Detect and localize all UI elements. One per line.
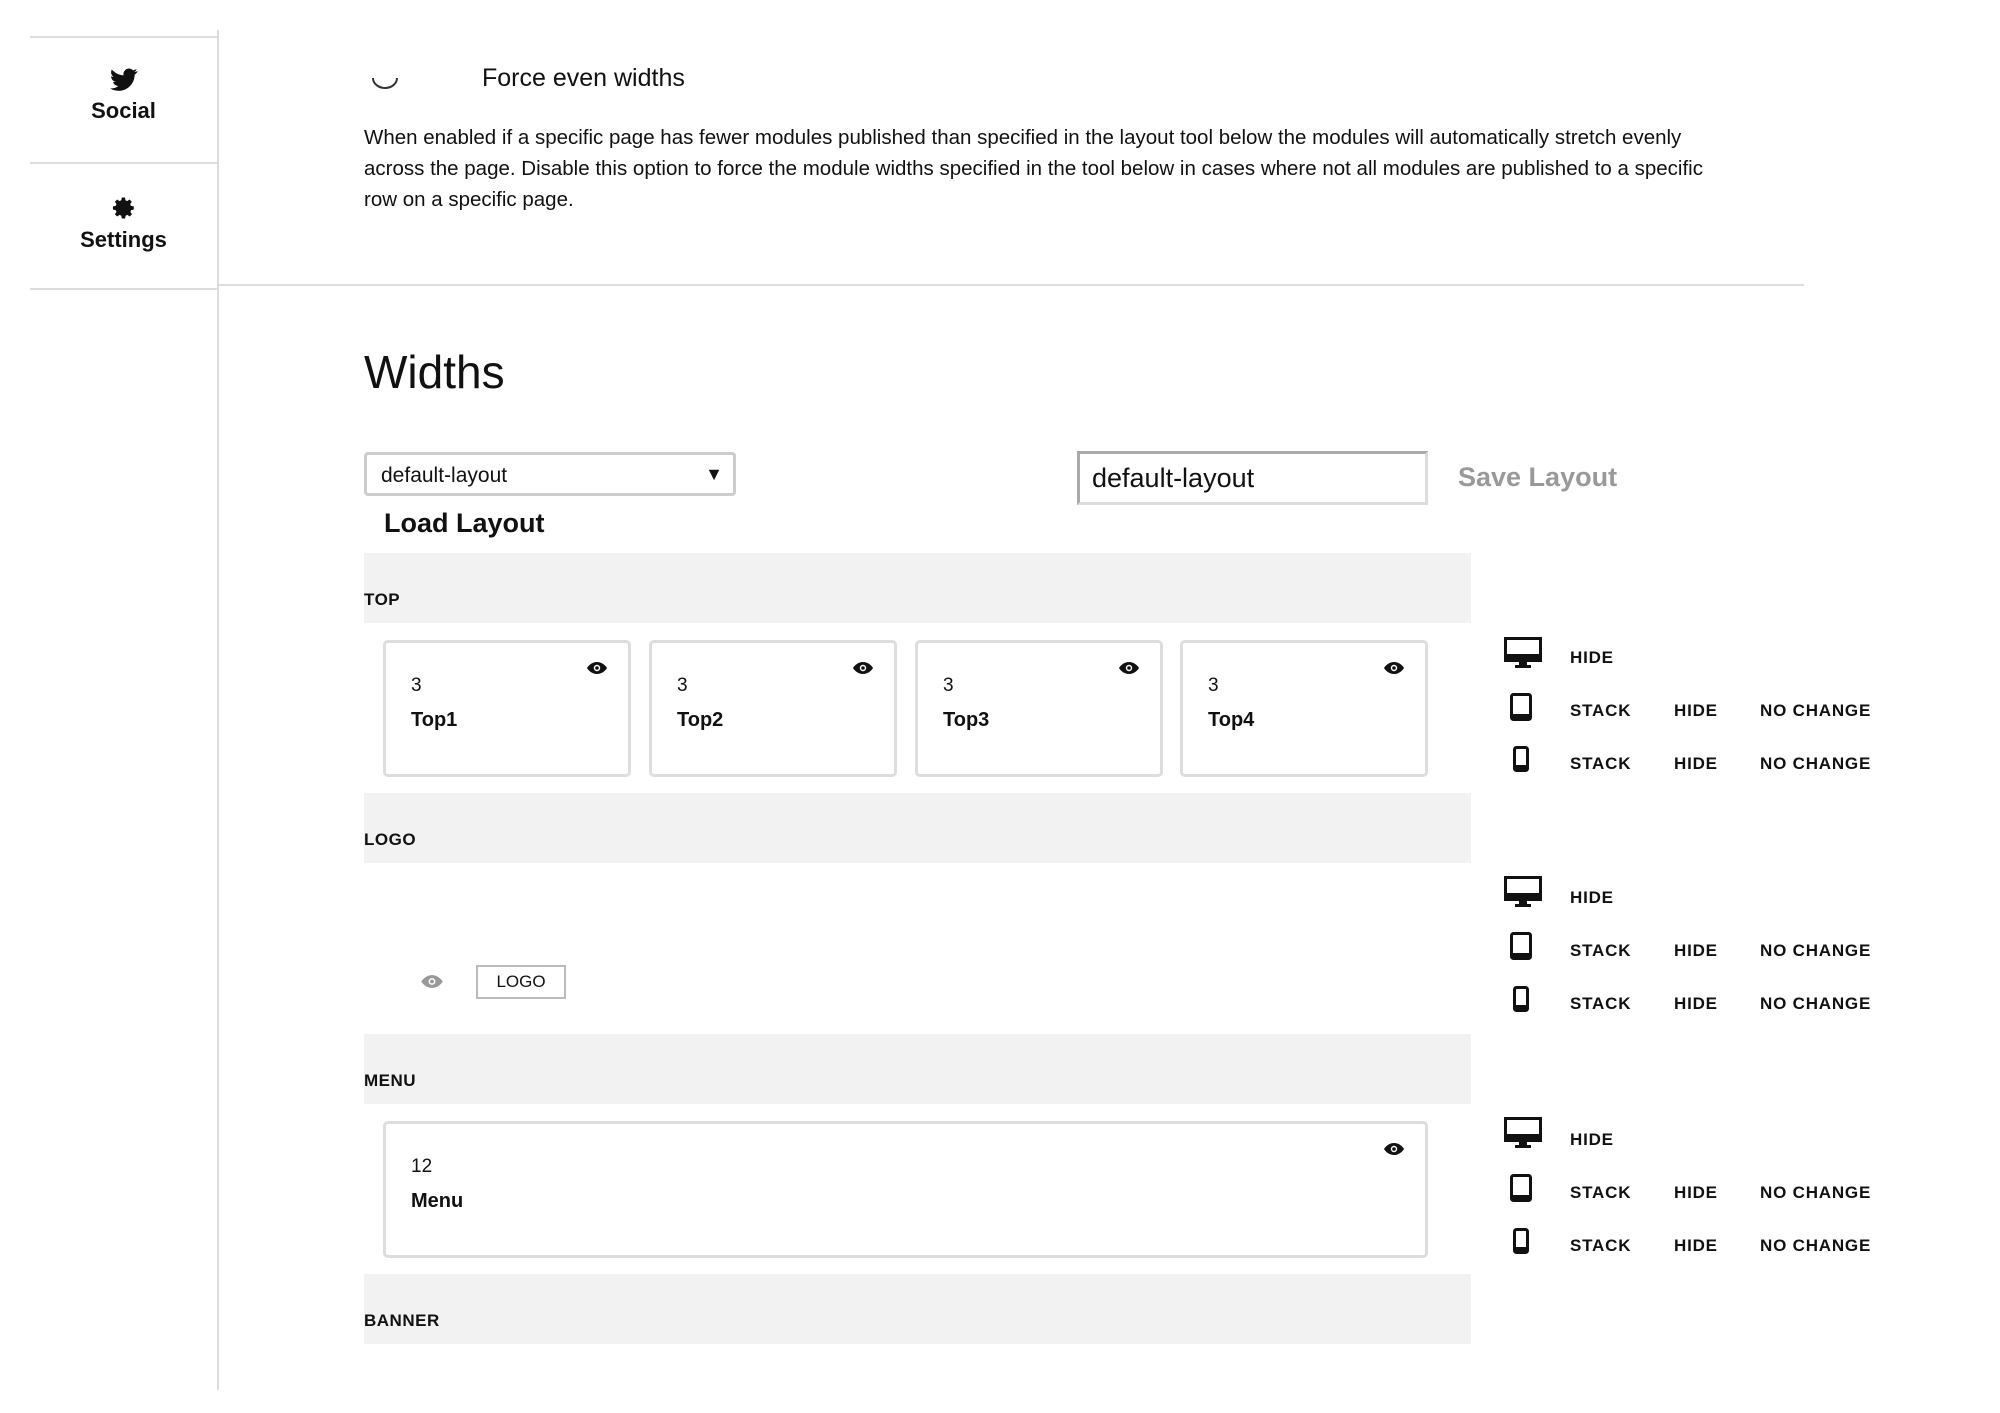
force-even-label: Force even widths: [482, 64, 685, 92]
sidebar-top-border: [30, 36, 218, 38]
module-card[interactable]: 3 Top1: [383, 640, 631, 777]
eye-icon[interactable]: [1383, 661, 1405, 675]
row-label: LOGO: [364, 830, 417, 849]
desktop-icon: [1504, 637, 1542, 668]
module-card[interactable]: 12 Menu: [383, 1121, 1428, 1258]
save-layout-button[interactable]: Save Layout: [1458, 462, 1617, 493]
module-width: 12: [411, 1156, 433, 1177]
phone-no-change-option[interactable]: NO CHANGE: [1760, 754, 1871, 774]
phone-icon: [1513, 1228, 1529, 1254]
module-card[interactable]: 3 Top2: [649, 640, 897, 777]
phone-stack-option[interactable]: STACK: [1570, 1236, 1631, 1256]
phone-hide-option[interactable]: HIDE: [1674, 1236, 1718, 1256]
force-even-toggle[interactable]: [370, 68, 400, 92]
module-name: Top1: [411, 709, 458, 731]
tablet-no-change-option[interactable]: NO CHANGE: [1760, 941, 1871, 961]
row-label: MENU: [364, 1071, 417, 1090]
phone-icon: [1513, 746, 1529, 772]
sidebar-item-settings[interactable]: Settings: [30, 195, 217, 253]
module-card[interactable]: 3 Top4: [1180, 640, 1428, 777]
row-header-top: TOP: [364, 553, 1471, 623]
phone-no-change-option[interactable]: NO CHANGE: [1760, 1236, 1871, 1256]
phone-stack-option[interactable]: STACK: [1570, 754, 1631, 774]
eye-icon[interactable]: [1118, 661, 1140, 675]
tablet-icon: [1510, 1174, 1532, 1202]
phone-hide-option[interactable]: HIDE: [1674, 754, 1718, 774]
tablet-no-change-option[interactable]: NO CHANGE: [1760, 1183, 1871, 1203]
eye-icon[interactable]: [420, 974, 444, 989]
section-title: Widths: [364, 346, 505, 398]
row-header-logo: LOGO: [364, 793, 1471, 863]
unpublished-module-tag[interactable]: LOGO: [476, 965, 566, 999]
row-header-menu: MENU: [364, 1034, 1471, 1104]
sidebar-separator: [30, 162, 218, 164]
eye-icon[interactable]: [586, 661, 608, 675]
tablet-no-change-option[interactable]: NO CHANGE: [1760, 701, 1871, 721]
dropdown-arrow-icon: ▼: [705, 464, 723, 484]
tablet-stack-option[interactable]: STACK: [1570, 1183, 1631, 1203]
layout-name-input[interactable]: [1077, 451, 1428, 505]
phone-hide-option[interactable]: HIDE: [1674, 994, 1718, 1014]
module-name: Top3: [943, 709, 990, 731]
tablet-stack-option[interactable]: STACK: [1570, 701, 1631, 721]
module-name: Menu: [411, 1190, 464, 1212]
force-even-description: When enabled if a specific page has fewe…: [364, 126, 1703, 211]
layout-select[interactable]: default-layout ▼: [364, 452, 736, 496]
module-width: 3: [1208, 675, 1219, 696]
layout-select-value: default-layout: [381, 464, 508, 487]
phone-icon: [1513, 986, 1529, 1012]
desktop-icon: [1504, 876, 1542, 907]
sidebar-item-social[interactable]: Social: [30, 68, 217, 124]
twitter-icon: [109, 68, 138, 91]
eye-icon[interactable]: [852, 661, 874, 675]
section-divider: [218, 284, 1804, 286]
desktop-hide-option[interactable]: HIDE: [1570, 888, 1614, 908]
module-name: Top2: [677, 709, 724, 731]
sidebar-divider: [217, 30, 219, 1390]
row-label: TOP: [364, 590, 401, 609]
module-card[interactable]: 3 Top3: [915, 640, 1163, 777]
module-width: 3: [943, 675, 954, 696]
module-width: 3: [677, 675, 688, 696]
module-name: Top4: [1208, 709, 1255, 731]
module-width: 3: [411, 675, 422, 696]
eye-icon[interactable]: [1383, 1142, 1405, 1156]
row-label: BANNER: [364, 1311, 440, 1330]
desktop-icon: [1504, 1117, 1542, 1148]
tablet-stack-option[interactable]: STACK: [1570, 941, 1631, 961]
tablet-hide-option[interactable]: HIDE: [1674, 941, 1718, 961]
sidebar-item-label: Settings: [80, 227, 167, 252]
load-layout-button[interactable]: Load Layout: [384, 508, 545, 539]
desktop-hide-option[interactable]: HIDE: [1570, 1130, 1614, 1150]
tablet-icon: [1510, 932, 1532, 960]
gear-icon: [112, 197, 134, 219]
phone-no-change-option[interactable]: NO CHANGE: [1760, 994, 1871, 1014]
sidebar-separator: [30, 288, 218, 290]
tablet-hide-option[interactable]: HIDE: [1674, 1183, 1718, 1203]
sidebar-item-label: Social: [91, 98, 156, 123]
tablet-icon: [1510, 693, 1532, 721]
phone-stack-option[interactable]: STACK: [1570, 994, 1631, 1014]
tablet-hide-option[interactable]: HIDE: [1674, 701, 1718, 721]
row-header-banner: BANNER: [364, 1274, 1471, 1344]
desktop-hide-option[interactable]: HIDE: [1570, 648, 1614, 668]
